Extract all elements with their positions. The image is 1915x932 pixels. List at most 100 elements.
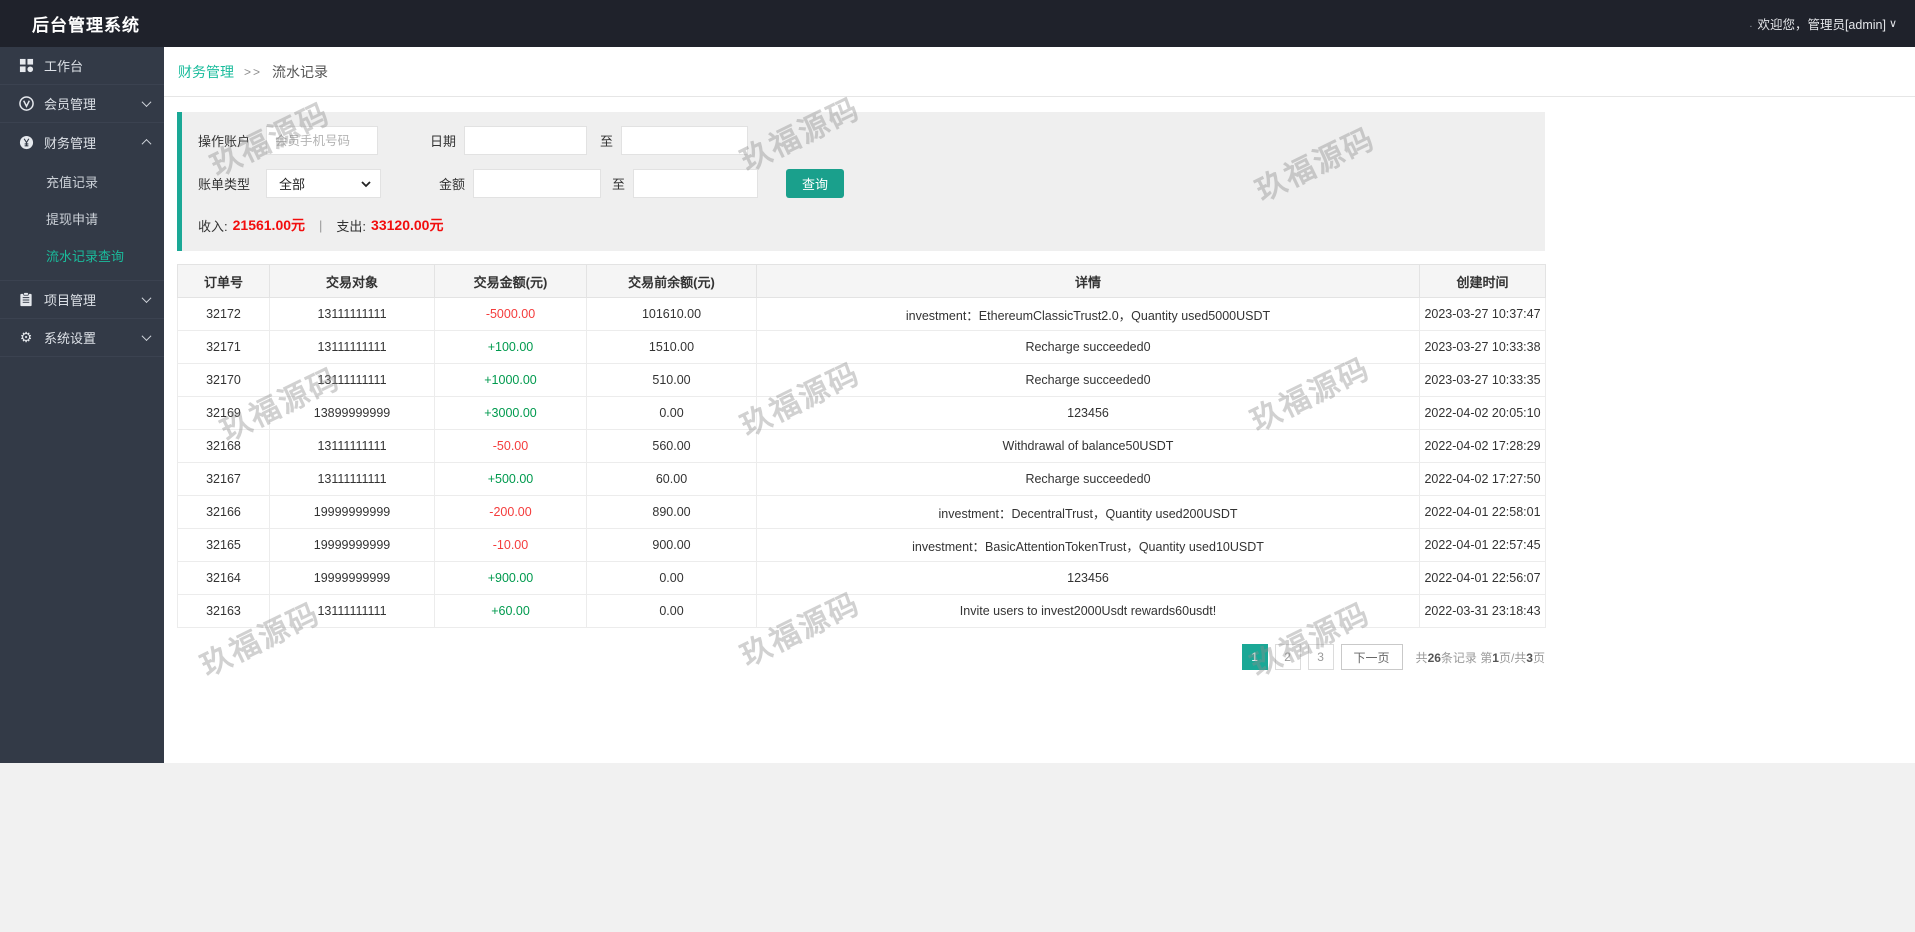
cell-amount: +900.00: [434, 561, 587, 595]
app-title: 后台管理系统: [32, 16, 140, 35]
cell-time: 2023-03-27 10:33:38: [1419, 330, 1546, 364]
page-button-1[interactable]: 1: [1241, 644, 1268, 670]
cell-order-id: 32170: [177, 363, 270, 397]
table-row: 32168 13111111111 -50.00 560.00 Withdraw…: [177, 429, 1546, 463]
col-balance: 交易前余额(元): [586, 264, 757, 298]
table-row: 32164 19999999999 +900.00 0.00 123456 20…: [177, 561, 1546, 595]
filter-panel: 操作账户 日期 至 账单类型 全部 金额 至: [177, 112, 1545, 251]
chevron-down-icon: [141, 293, 152, 304]
expense-value: 33120.00元: [371, 217, 444, 233]
breadcrumb-separator: >>: [244, 64, 263, 79]
cell-order-id: 32165: [177, 528, 270, 562]
sidebar-item-withdrawal-requests[interactable]: 提现申请: [0, 200, 164, 237]
total-pages: 3: [1526, 650, 1533, 665]
bill-type-select[interactable]: 全部: [266, 169, 381, 198]
chevron-down-icon: [141, 331, 152, 342]
cell-balance: 560.00: [586, 429, 757, 463]
sidebar-item-finance[interactable]: 财务管理: [0, 123, 164, 161]
sidebar-item-members[interactable]: 会员管理: [0, 85, 164, 123]
summary-text: 条记录 第: [1440, 650, 1493, 665]
sidebar-item-workbench[interactable]: 工作台: [0, 47, 164, 85]
account-label: 操作账户: [198, 134, 251, 149]
cell-time: 2022-04-02 17:27:50: [1419, 462, 1546, 496]
cell-detail: Invite users to invest2000Usdt rewards60…: [756, 594, 1420, 628]
sidebar-item-label: 财务管理: [44, 135, 97, 151]
chevron-down-icon: ∨: [1888, 18, 1897, 30]
breadcrumb-section[interactable]: 财务管理: [178, 62, 234, 82]
table-row: 32167 13111111111 +500.00 60.00 Recharge…: [177, 462, 1546, 496]
date-to-label: 至: [600, 134, 614, 149]
main-area: 财务管理 >> 流水记录 操作账户 日期 至 账单类型 全部: [164, 47, 1915, 763]
summary-divider: |: [319, 217, 323, 233]
top-header: 后台管理系统 . 欢迎您，管理员[admin] ∨: [0, 0, 1915, 47]
cell-order-id: 32163: [177, 594, 270, 628]
search-button[interactable]: 查询: [786, 169, 845, 198]
cell-balance: 890.00: [586, 495, 757, 529]
table-row: 32171 13111111111 +100.00 1510.00 Rechar…: [177, 330, 1546, 364]
page-button-2[interactable]: 2: [1274, 644, 1301, 670]
cell-detail: investment：EthereumClassicTrust2.0，Quant…: [756, 297, 1420, 331]
cell-target: 13111111111: [269, 594, 435, 628]
chevron-down-icon: [141, 97, 152, 108]
amount-from-input[interactable]: [473, 169, 602, 198]
cell-time: 2023-03-27 10:37:47: [1419, 297, 1546, 331]
clipboard-icon: [18, 292, 34, 308]
cell-balance: 0.00: [586, 594, 757, 628]
user-menu[interactable]: . 欢迎您，管理员[admin] ∨: [1749, 14, 1897, 33]
cell-detail: 123456: [756, 396, 1420, 430]
sidebar-item-label: 系统设置: [44, 331, 97, 346]
cell-target: 19999999999: [269, 528, 435, 562]
breadcrumb-current: 流水记录: [272, 63, 329, 80]
account-input[interactable]: [266, 126, 378, 155]
sidebar-item-settings[interactable]: ⚙ 系统设置: [0, 319, 164, 357]
bill-type-label: 账单类型: [198, 177, 251, 192]
cell-amount: -200.00: [434, 495, 587, 529]
cell-target: 13111111111: [269, 330, 435, 364]
cell-time: 2022-04-02 17:28:29: [1419, 429, 1546, 463]
sidebar-item-transaction-records[interactable]: 流水记录查询: [0, 237, 164, 274]
cell-balance: 101610.00: [586, 297, 757, 331]
bill-type-value: 全部: [279, 177, 306, 192]
cell-order-id: 32167: [177, 462, 270, 496]
user-menu-prefix: .: [1749, 17, 1753, 30]
member-icon: [18, 96, 34, 112]
table-row: 32172 13111111111 -5000.00 101610.00 inv…: [177, 297, 1546, 331]
cell-order-id: 32168: [177, 429, 270, 463]
expense-label: 支出:: [336, 218, 367, 234]
sidebar-item-recharge-records[interactable]: 充值记录: [0, 163, 164, 200]
table-header-row: 订单号 交易对象 交易金额(元) 交易前余额(元) 详情 创建时间: [177, 264, 1546, 298]
cell-amount: -10.00: [434, 528, 587, 562]
summary-row: 收入: 21561.00元 | 支出: 33120.00元: [198, 215, 1545, 235]
amount-to-input[interactable]: [633, 169, 759, 198]
cell-balance: 510.00: [586, 363, 757, 397]
cell-detail: Recharge succeeded0: [756, 462, 1420, 496]
cell-amount: +1000.00: [434, 363, 587, 397]
cell-amount: +500.00: [434, 462, 587, 496]
page-button-3[interactable]: 3: [1307, 644, 1334, 670]
summary-text: 页: [1532, 650, 1545, 665]
pagination-summary: 共26条记录 第1页/共3页: [1416, 649, 1545, 666]
next-page-button[interactable]: 下一页: [1340, 644, 1403, 670]
sidebar-item-label: 工作台: [44, 59, 84, 74]
current-page: 1: [1492, 650, 1499, 665]
cell-detail: investment：BasicAttentionTokenTrust，Quan…: [756, 528, 1420, 562]
cell-amount: +100.00: [434, 330, 587, 364]
date-from-input[interactable]: [464, 126, 588, 155]
sidebar: 工作台 会员管理 财务管理 充值记录 提现申请 流水记录查询 项目管理 ⚙ 系统…: [0, 47, 164, 763]
cell-amount: -5000.00: [434, 297, 587, 331]
date-label: 日期: [430, 134, 457, 149]
date-to-input[interactable]: [621, 126, 749, 155]
table-row: 32170 13111111111 +1000.00 510.00 Rechar…: [177, 363, 1546, 397]
cell-target: 13111111111: [269, 297, 435, 331]
sidebar-item-projects[interactable]: 项目管理: [0, 281, 164, 319]
cell-time: 2022-04-01 22:58:01: [1419, 495, 1546, 529]
col-detail: 详情: [756, 264, 1420, 298]
col-amount: 交易金额(元): [434, 264, 587, 298]
cell-detail: Recharge succeeded0: [756, 330, 1420, 364]
cell-time: 2023-03-27 10:33:35: [1419, 363, 1546, 397]
income-value: 21561.00元: [232, 217, 306, 233]
finance-submenu: 充值记录 提现申请 流水记录查询: [0, 161, 164, 281]
col-order-id: 订单号: [177, 264, 270, 298]
cell-balance: 900.00: [586, 528, 757, 562]
sidebar-subitem-label: 提现申请: [46, 212, 99, 227]
